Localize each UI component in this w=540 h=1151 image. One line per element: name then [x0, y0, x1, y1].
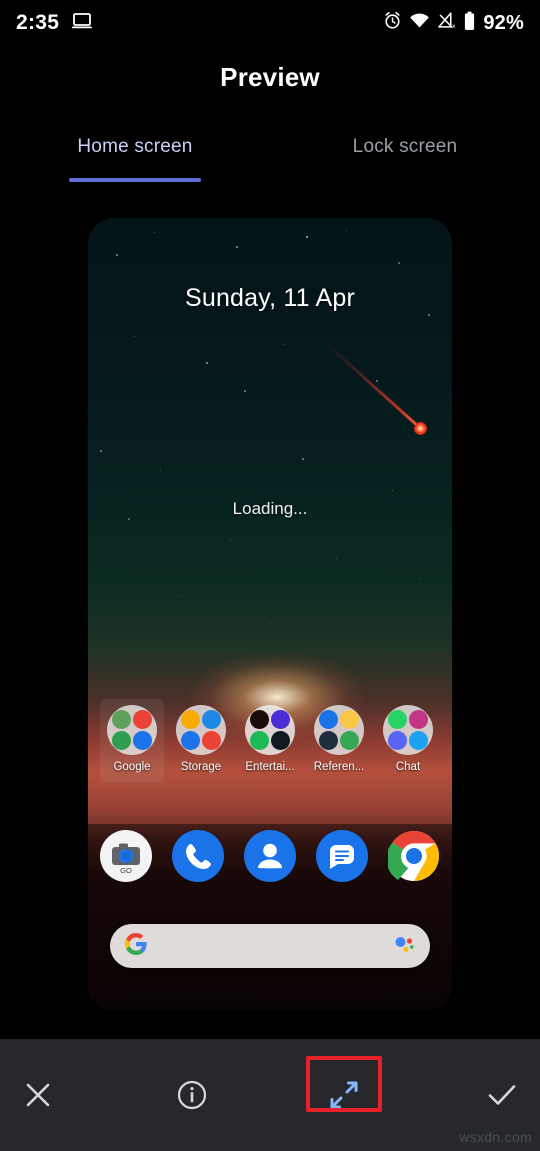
- folder-storage-icon: [176, 705, 226, 755]
- google-g-icon: [124, 932, 148, 961]
- phone-screen: 2:35 x 92% Preview Home screen Lock scre…: [0, 0, 540, 1151]
- tab-home-screen-label: Home screen: [77, 136, 193, 157]
- battery-percent: 92%: [483, 11, 524, 34]
- home-screen-preview-card[interactable]: Sunday, 11 Apr Loading... Google Storage…: [88, 218, 452, 1010]
- folder-label: Storage: [180, 761, 222, 773]
- tab-lock-screen-label: Lock screen: [352, 136, 458, 157]
- messages-icon[interactable]: [316, 830, 368, 882]
- status-time: 2:35: [16, 11, 60, 34]
- close-icon: [26, 1083, 50, 1107]
- folder-label: Referen...: [313, 761, 365, 773]
- info-button[interactable]: [160, 1063, 224, 1127]
- status-bar-right: x 92%: [383, 11, 524, 36]
- svg-text:GO: GO: [120, 866, 132, 875]
- folder-label: Entertai...: [245, 761, 295, 773]
- phone-icon[interactable]: [172, 830, 224, 882]
- info-icon: [177, 1080, 207, 1110]
- resize-button-highlight: [306, 1056, 382, 1112]
- folder-storage[interactable]: Storage: [169, 705, 233, 783]
- chrome-icon[interactable]: [386, 830, 440, 882]
- folder-label: Google: [113, 761, 151, 773]
- check-icon: [488, 1085, 516, 1105]
- close-button[interactable]: [6, 1063, 70, 1127]
- dock: GO: [100, 830, 440, 882]
- google-search-bar[interactable]: [110, 924, 430, 968]
- tab-active-indicator: [69, 178, 201, 182]
- status-bar-left: 2:35: [16, 11, 93, 35]
- tab-bar: Home screen Lock screen: [0, 128, 540, 182]
- laptop-cast-icon: [71, 12, 93, 35]
- alarm-icon: [383, 11, 402, 35]
- google-assistant-icon[interactable]: [392, 932, 416, 961]
- folder-google[interactable]: Google: [100, 699, 164, 783]
- folder-entertainment[interactable]: Entertai...: [238, 705, 302, 783]
- folder-entertainment-icon: [245, 705, 295, 755]
- camera-go-icon[interactable]: GO: [100, 830, 152, 882]
- mobile-signal-off-icon: x: [437, 12, 457, 34]
- tab-lock-screen[interactable]: Lock screen: [270, 128, 540, 180]
- contacts-icon[interactable]: [244, 830, 296, 882]
- tab-home-screen[interactable]: Home screen: [0, 128, 270, 182]
- folder-chat-icon: [383, 705, 433, 755]
- battery-icon: [463, 11, 476, 36]
- svg-text:x: x: [453, 23, 457, 29]
- bottom-toolbar: wsxdn.com: [0, 1039, 540, 1151]
- done-button[interactable]: [470, 1063, 534, 1127]
- folder-chat[interactable]: Chat: [376, 705, 440, 783]
- meteor-decoration: [322, 340, 434, 450]
- folder-google-icon: [107, 705, 157, 755]
- wifi-icon: [409, 12, 430, 34]
- folder-reference-icon: [314, 705, 364, 755]
- folder-label: Chat: [395, 761, 421, 773]
- loading-text: Loading...: [232, 499, 308, 518]
- folder-row: Google Storage Entertai... Referen... Ch…: [100, 699, 440, 783]
- folder-reference[interactable]: Referen...: [307, 705, 371, 783]
- status-bar: 2:35 x 92%: [0, 0, 540, 46]
- watermark: wsxdn.com: [459, 1129, 532, 1145]
- wallpaper-date: Sunday, 11 Apr: [184, 284, 356, 312]
- page-title: Preview: [220, 62, 320, 92]
